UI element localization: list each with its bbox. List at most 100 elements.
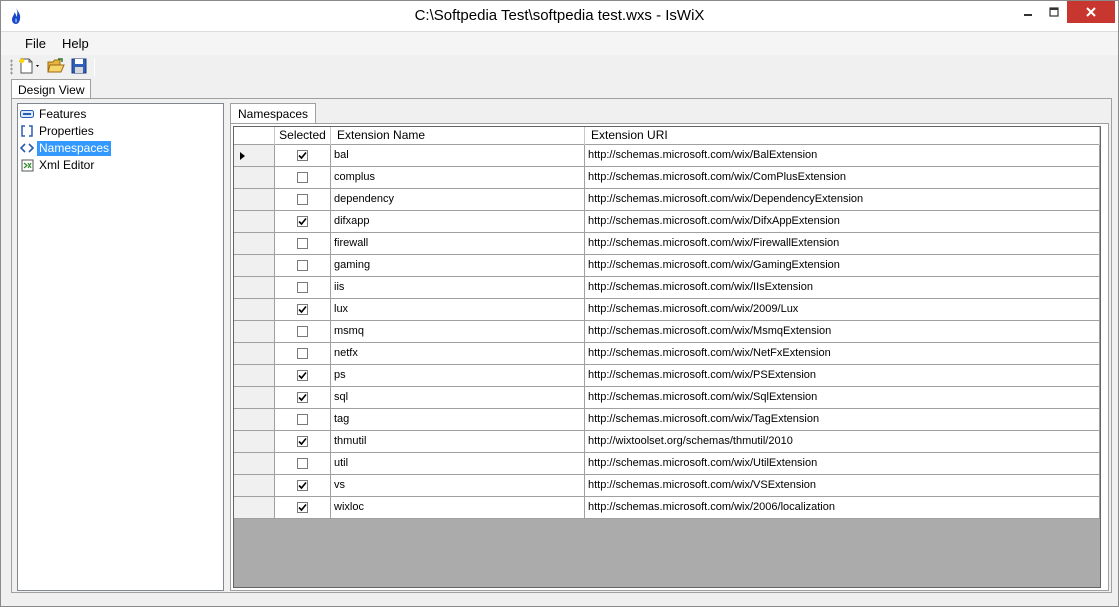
table-row[interactable]: gaming http://schemas.microsoft.com/wix/G…: [234, 255, 1100, 277]
table-row[interactable]: sql http://schemas.microsoft.com/wix/SqlE…: [234, 387, 1100, 409]
table-row[interactable]: ps http://schemas.microsoft.com/wix/PSExt…: [234, 365, 1100, 387]
selected-checkbox[interactable]: [297, 414, 308, 425]
extension-name-cell[interactable]: iis: [331, 277, 585, 298]
menu-file[interactable]: File: [25, 36, 46, 51]
extension-name-cell[interactable]: complus: [331, 167, 585, 188]
extension-uri-cell[interactable]: http://schemas.microsoft.com/wix/UtilExt…: [585, 453, 1100, 474]
extension-uri-cell[interactable]: http://schemas.microsoft.com/wix/Firewal…: [585, 233, 1100, 254]
row-header[interactable]: [234, 365, 275, 386]
extension-name-cell[interactable]: wixloc: [331, 497, 585, 518]
extension-uri-cell[interactable]: http://wixtoolset.org/schemas/thmutil/20…: [585, 431, 1100, 452]
extension-name-cell[interactable]: vs: [331, 475, 585, 496]
extension-name-cell[interactable]: gaming: [331, 255, 585, 276]
selected-checkbox[interactable]: [297, 194, 308, 205]
row-header[interactable]: [234, 167, 275, 188]
selected-checkbox[interactable]: [297, 150, 308, 161]
table-row[interactable]: tag http://schemas.microsoft.com/wix/TagE…: [234, 409, 1100, 431]
extension-uri-cell[interactable]: http://schemas.microsoft.com/wix/NetFxEx…: [585, 343, 1100, 364]
extension-uri-cell[interactable]: http://schemas.microsoft.com/wix/GamingE…: [585, 255, 1100, 276]
open-folder-button[interactable]: [47, 57, 65, 76]
tab-design-view[interactable]: Design View: [11, 79, 92, 99]
selected-checkbox[interactable]: [297, 480, 308, 491]
table-row[interactable]: difxapp http://schemas.microsoft.com/wix/…: [234, 211, 1100, 233]
table-row[interactable]: iis http://schemas.microsoft.com/wix/IIsE…: [234, 277, 1100, 299]
row-header[interactable]: [234, 211, 275, 232]
column-header-extension-uri[interactable]: Extension URI: [585, 127, 1100, 145]
extension-name-cell[interactable]: util: [331, 453, 585, 474]
tab-namespaces[interactable]: Namespaces: [230, 103, 317, 124]
save-button[interactable]: [70, 58, 88, 76]
table-row[interactable]: vs http://schemas.microsoft.com/wix/VSExt…: [234, 475, 1100, 497]
extension-uri-cell[interactable]: http://schemas.microsoft.com/wix/IIsExte…: [585, 277, 1100, 298]
selected-checkbox[interactable]: [297, 260, 308, 271]
row-header[interactable]: [234, 189, 275, 210]
row-header[interactable]: [234, 233, 275, 254]
extension-name-cell[interactable]: tag: [331, 409, 585, 430]
table-row[interactable]: bal http://schemas.microsoft.com/wix/BalE…: [234, 145, 1100, 167]
extension-name-cell[interactable]: sql: [331, 387, 585, 408]
selected-checkbox[interactable]: [297, 392, 308, 403]
table-row[interactable]: dependency http://schemas.microsoft.com/w…: [234, 189, 1100, 211]
extension-uri-cell[interactable]: http://schemas.microsoft.com/wix/VSExten…: [585, 475, 1100, 496]
row-header[interactable]: [234, 453, 275, 474]
extension-uri-cell[interactable]: http://schemas.microsoft.com/wix/DifxApp…: [585, 211, 1100, 232]
title-bar[interactable]: C:\Softpedia Test\softpedia test.wxs - I…: [1, 1, 1118, 32]
column-header-extension-name[interactable]: Extension Name: [331, 127, 585, 145]
selected-checkbox[interactable]: [297, 216, 308, 227]
row-header[interactable]: [234, 255, 275, 276]
selected-checkbox[interactable]: [297, 348, 308, 359]
extension-name-cell[interactable]: netfx: [331, 343, 585, 364]
selected-checkbox[interactable]: [297, 326, 308, 337]
selected-checkbox[interactable]: [297, 304, 308, 315]
navigation-tree[interactable]: Features Properties Namespaces Xml Edito…: [17, 103, 224, 591]
extension-name-cell[interactable]: bal: [331, 145, 585, 166]
menu-help[interactable]: Help: [62, 36, 89, 51]
row-header-corner[interactable]: [234, 127, 275, 145]
extension-uri-cell[interactable]: http://schemas.microsoft.com/wix/2009/Lu…: [585, 299, 1100, 320]
table-row[interactable]: netfx http://schemas.microsoft.com/wix/Ne…: [234, 343, 1100, 365]
selected-checkbox[interactable]: [297, 282, 308, 293]
row-header[interactable]: [234, 299, 275, 320]
tree-item-xml-editor[interactable]: Xml Editor: [20, 157, 96, 173]
extension-name-cell[interactable]: thmutil: [331, 431, 585, 452]
tree-item-properties[interactable]: Properties: [20, 123, 96, 139]
tree-item-features[interactable]: Features: [20, 106, 88, 122]
new-file-button[interactable]: [17, 57, 43, 76]
selected-checkbox[interactable]: [297, 238, 308, 249]
extension-name-cell[interactable]: difxapp: [331, 211, 585, 232]
extension-name-cell[interactable]: firewall: [331, 233, 585, 254]
table-row[interactable]: wixloc http://schemas.microsoft.com/wix/2…: [234, 497, 1100, 519]
row-header[interactable]: [234, 431, 275, 452]
row-header[interactable]: [234, 343, 275, 364]
selected-checkbox[interactable]: [297, 172, 308, 183]
table-row[interactable]: lux http://schemas.microsoft.com/wix/2009…: [234, 299, 1100, 321]
extension-uri-cell[interactable]: http://schemas.microsoft.com/wix/SqlExte…: [585, 387, 1100, 408]
row-header[interactable]: [234, 497, 275, 518]
row-header[interactable]: [234, 475, 275, 496]
table-row[interactable]: firewall http://schemas.microsoft.com/wix…: [234, 233, 1100, 255]
close-button[interactable]: [1067, 1, 1115, 23]
table-row[interactable]: util http://schemas.microsoft.com/wix/Uti…: [234, 453, 1100, 475]
extension-uri-cell[interactable]: http://schemas.microsoft.com/wix/PSExten…: [585, 365, 1100, 386]
selected-checkbox[interactable]: [297, 502, 308, 513]
selected-checkbox[interactable]: [297, 436, 308, 447]
table-row[interactable]: msmq http://schemas.microsoft.com/wix/Msm…: [234, 321, 1100, 343]
extension-name-cell[interactable]: dependency: [331, 189, 585, 210]
extension-uri-cell[interactable]: http://schemas.microsoft.com/wix/BalExte…: [585, 145, 1100, 166]
toolbar-grip[interactable]: [10, 59, 13, 75]
minimize-button[interactable]: [1015, 1, 1041, 23]
row-header[interactable]: [234, 321, 275, 342]
table-row[interactable]: complus http://schemas.microsoft.com/wix/…: [234, 167, 1100, 189]
extension-name-cell[interactable]: lux: [331, 299, 585, 320]
extension-uri-cell[interactable]: http://schemas.microsoft.com/wix/Depende…: [585, 189, 1100, 210]
selected-checkbox[interactable]: [297, 370, 308, 381]
extension-uri-cell[interactable]: http://schemas.microsoft.com/wix/TagExte…: [585, 409, 1100, 430]
extension-name-cell[interactable]: ps: [331, 365, 585, 386]
row-header[interactable]: [234, 409, 275, 430]
row-header[interactable]: [234, 277, 275, 298]
row-header[interactable]: [234, 145, 275, 166]
maximize-button[interactable]: [1041, 1, 1067, 23]
namespaces-grid[interactable]: Selected Extension Name Extension URI ba…: [233, 126, 1101, 588]
extension-name-cell[interactable]: msmq: [331, 321, 585, 342]
selected-checkbox[interactable]: [297, 458, 308, 469]
